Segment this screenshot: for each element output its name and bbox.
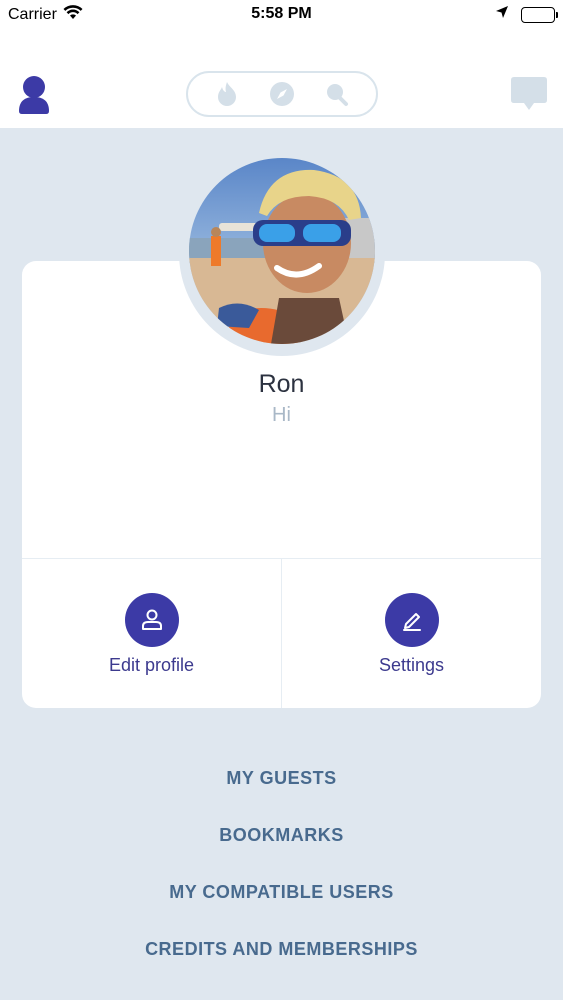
status-right: [495, 5, 558, 24]
search-icon[interactable]: [323, 80, 351, 108]
nav-tab-group: [186, 71, 378, 117]
edit-profile-button[interactable]: Edit profile: [22, 559, 281, 708]
flame-icon[interactable]: [213, 80, 241, 108]
battery-icon: [521, 6, 558, 23]
my-compatible-users-link[interactable]: MY COMPATIBLE USERS: [0, 882, 563, 903]
person-icon: [124, 593, 179, 647]
edit-profile-label: Edit profile: [108, 655, 195, 675]
settings-label: Settings: [378, 655, 445, 675]
settings-button[interactable]: Settings: [282, 559, 541, 708]
my-guests-link[interactable]: MY GUESTS: [0, 768, 563, 789]
avatar[interactable]: [189, 158, 375, 344]
bookmarks-link[interactable]: BOOKMARKS: [0, 825, 563, 846]
status-bar: Carrier 5:58 PM: [0, 0, 563, 30]
nav-header: [0, 30, 563, 128]
user-name: Ron: [258, 370, 305, 398]
credits-and-memberships-link[interactable]: CREDITS AND MEMBERSHIPS: [0, 939, 563, 960]
chat-icon[interactable]: [510, 76, 548, 112]
profile-nav-icon[interactable]: [17, 75, 51, 115]
user-status: Hi: [272, 404, 291, 426]
compass-icon[interactable]: [268, 80, 296, 108]
location-arrow-icon: [495, 5, 509, 24]
pencil-icon: [384, 593, 439, 647]
status-time: 5:58 PM: [251, 5, 312, 22]
